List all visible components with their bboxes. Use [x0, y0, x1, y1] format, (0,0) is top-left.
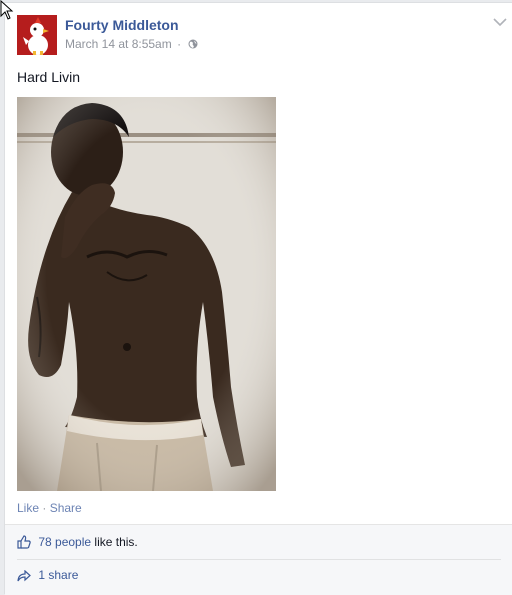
post-card: Fourty Middleton March 14 at 8:55am · Ha…: [4, 2, 512, 595]
likes-summary: 78 people like this.: [17, 535, 138, 553]
author-name[interactable]: Fourty Middleton: [65, 17, 179, 33]
shares-count-link[interactable]: 1 share: [38, 568, 78, 582]
feedback-divider: [17, 559, 501, 560]
post-actions: Like · Share: [17, 501, 82, 515]
author-avatar[interactable]: [17, 15, 57, 55]
likes-suffix: like this.: [94, 535, 138, 549]
meta-separator: ·: [177, 37, 182, 51]
post-header: Fourty Middleton March 14 at 8:55am ·: [17, 15, 507, 57]
feedback-section: 78 people like this. 1 share: [5, 524, 512, 595]
likes-count-link[interactable]: 78 people: [38, 535, 91, 549]
post-timestamp[interactable]: March 14 at 8:55am: [65, 37, 172, 51]
thumbs-up-icon: [17, 535, 31, 549]
shares-summary[interactable]: 1 share: [17, 568, 78, 586]
actions-separator: ·: [42, 501, 47, 515]
chevron-down-icon[interactable]: [493, 17, 507, 27]
share-link[interactable]: Share: [50, 501, 82, 515]
mouse-cursor-icon: [0, 0, 14, 20]
post-meta: March 14 at 8:55am ·: [65, 37, 198, 51]
avatar-image: [17, 15, 57, 55]
photo-image: [17, 97, 276, 491]
share-arrow-icon: [17, 570, 31, 582]
post-photo[interactable]: [17, 97, 276, 491]
globe-icon[interactable]: [188, 39, 198, 49]
post-text: Hard Livin: [17, 69, 81, 85]
like-link[interactable]: Like: [17, 501, 39, 515]
